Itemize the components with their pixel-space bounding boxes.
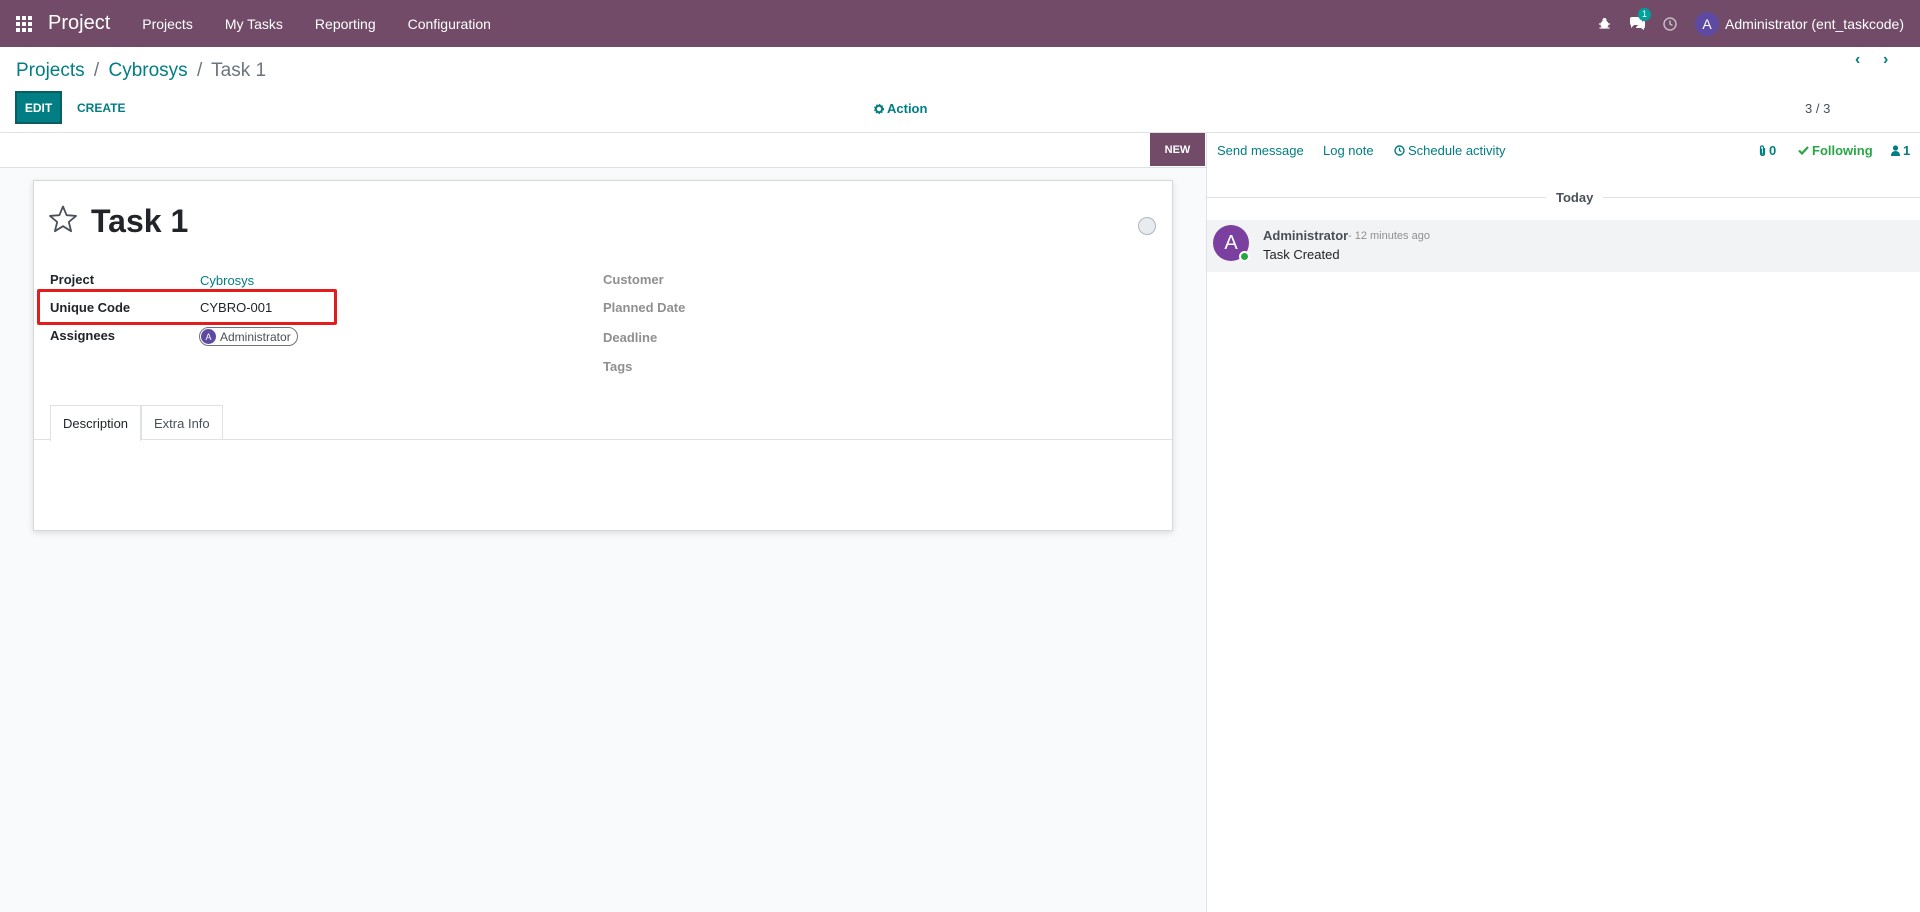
tab-description[interactable]: Description — [50, 405, 142, 441]
assignee-avatar: A — [201, 329, 216, 344]
form-sheet: Task 1 Project Cybrosys Unique Code CYBR… — [33, 180, 1173, 531]
user-icon — [1891, 145, 1900, 156]
user-menu[interactable]: A Administrator (ent_taskcode) — [1695, 11, 1904, 36]
breadcrumb-separator: / — [93, 60, 100, 81]
control-panel: Projects / Cybrosys / Task 1 EDIT CREATE… — [0, 47, 1920, 133]
menu-projects[interactable]: Projects — [126, 0, 209, 47]
schedule-activity-label: Schedule activity — [1408, 143, 1506, 158]
following-label: Following — [1812, 143, 1873, 158]
breadcrumb-separator: / — [196, 60, 203, 81]
following-button[interactable]: Following — [1798, 143, 1873, 158]
user-name: Administrator (ent_taskcode) — [1725, 15, 1904, 32]
breadcrumb-projects[interactable]: Projects — [16, 60, 85, 81]
paperclip-icon — [1759, 144, 1766, 156]
tags-label: Tags — [603, 359, 633, 374]
menu-my-tasks[interactable]: My Tasks — [209, 0, 299, 47]
top-navbar: Project Projects My Tasks Reporting Conf… — [0, 0, 1920, 47]
customer-label: Customer — [603, 272, 664, 287]
notebook-tabs: Description Extra Info — [34, 405, 1172, 441]
breadcrumb-project[interactable]: Cybrosys — [108, 60, 187, 81]
menu-reporting[interactable]: Reporting — [299, 0, 392, 47]
action-menu[interactable]: Action — [874, 101, 927, 116]
unique-code-value: CYBRO-001 — [200, 300, 273, 315]
log-note-button[interactable]: Log note — [1323, 143, 1374, 158]
date-divider-label: Today — [1546, 190, 1604, 205]
gear-icon — [874, 103, 884, 114]
project-value[interactable]: Cybrosys — [200, 273, 254, 288]
pager-next-button[interactable]: › — [1883, 51, 1888, 69]
followers-count: 1 — [1903, 143, 1911, 158]
chatter-topbar: Send message Log note Schedule activity … — [1207, 133, 1920, 168]
stage-new-button[interactable]: NEW — [1150, 133, 1205, 166]
navbar-systray: 1 A Administrator (ent_taskcode) — [1598, 0, 1904, 47]
attachments-button[interactable]: 0 — [1758, 143, 1776, 158]
assignee-name: Administrator — [220, 329, 291, 344]
create-button[interactable]: CREATE — [77, 91, 125, 124]
breadcrumb: Projects / Cybrosys / Task 1 — [16, 60, 266, 82]
schedule-activity-button[interactable]: Schedule activity — [1394, 143, 1506, 158]
app-brand[interactable]: Project — [48, 12, 126, 35]
send-message-button[interactable]: Send message — [1217, 143, 1304, 158]
apps-menu-icon[interactable] — [0, 0, 48, 47]
activity-clock-icon[interactable] — [1663, 16, 1677, 31]
chatter-panel: Send message Log note Schedule activity … — [1206, 133, 1920, 912]
project-label: Project — [50, 272, 95, 287]
messages-icon[interactable]: 1 — [1629, 7, 1652, 31]
user-avatar: A — [1695, 11, 1720, 36]
chatter-message: A Administrator - 12 minutes ago Task Cr… — [1207, 220, 1920, 272]
action-label: Action — [887, 101, 928, 116]
tab-extra-info[interactable]: Extra Info — [141, 405, 223, 440]
assignee-tag[interactable]: A Administrator — [199, 327, 298, 346]
message-author[interactable]: Administrator — [1263, 228, 1348, 243]
planned-date-label: Planned Date — [603, 300, 686, 315]
assignees-label: Assignees — [50, 328, 116, 343]
deadline-label: Deadline — [603, 330, 658, 345]
check-icon — [1798, 146, 1809, 155]
pager-previous-button[interactable]: ‹ — [1855, 51, 1860, 69]
message-time: - 12 minutes ago — [1348, 230, 1430, 242]
followers-button[interactable]: 1 — [1891, 143, 1910, 158]
online-status-icon — [1239, 251, 1250, 262]
menu-configuration[interactable]: Configuration — [392, 0, 507, 47]
attachments-count: 0 — [1769, 143, 1777, 158]
breadcrumb-current: Task 1 — [211, 60, 267, 81]
message-body: Task Created — [1263, 247, 1340, 262]
clock-icon — [1394, 145, 1405, 156]
unique-code-label: Unique Code — [50, 300, 131, 315]
edit-button[interactable]: EDIT — [15, 91, 62, 124]
task-title: Task 1 — [91, 203, 189, 239]
messages-badge: 1 — [1638, 7, 1652, 21]
kanban-state-indicator[interactable] — [1138, 217, 1156, 235]
bug-icon[interactable] — [1598, 17, 1611, 30]
priority-star-icon[interactable] — [48, 205, 78, 236]
pager-value[interactable]: 3 / 3 — [1805, 101, 1830, 116]
statusbar — [0, 133, 1206, 168]
